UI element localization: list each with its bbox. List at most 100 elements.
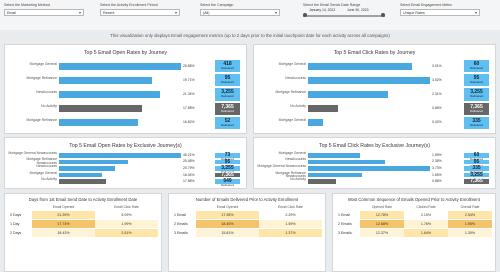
delivered-count-card[interactable]: 335Delivered xyxy=(464,166,489,174)
bar[interactable] xyxy=(59,91,160,98)
table-row[interactable]: 2 Emails 18.46% 1.59% xyxy=(172,220,322,228)
delivered-count-card[interactable]: 95Delivered xyxy=(464,159,489,167)
bar-label: No Activity xyxy=(290,104,306,109)
engagement-metric-select[interactable]: Unique Rates ▾ xyxy=(400,9,480,16)
bar[interactable] xyxy=(308,119,323,127)
bar[interactable] xyxy=(308,153,360,158)
filter-date-range: Select the Email Sends Date Range Januar… xyxy=(303,3,385,18)
delivered-count-card[interactable]: 3,255Delivered xyxy=(464,88,489,101)
table-row[interactable]: 2 Days 18.43% 2.51% xyxy=(8,229,158,237)
chevron-down-icon: ▾ xyxy=(274,10,277,15)
bar-value-label: 0.86% xyxy=(432,106,442,111)
delivered-count-card[interactable]: 7,365Delivered xyxy=(215,172,240,180)
bar[interactable] xyxy=(59,105,142,113)
delivered-count-card[interactable]: 73Delivered xyxy=(215,153,240,161)
bar[interactable] xyxy=(308,159,385,165)
table-row[interactable]: 3 Emails 15.81% 1.37% xyxy=(172,229,322,237)
bar[interactable] xyxy=(59,153,181,158)
table-row[interactable]: 3 Emails 12.37% 1.64% 1.39% xyxy=(336,229,492,237)
bar-value-label: 16.82% xyxy=(183,120,195,125)
table-cell: 17.98% xyxy=(196,211,259,219)
bar[interactable] xyxy=(59,76,152,84)
table-cell: 1.76% xyxy=(404,220,448,228)
bar[interactable] xyxy=(308,172,362,178)
delivered-count-card[interactable]: 549 Delivered xyxy=(215,179,240,187)
enrollment-period-select[interactable]: Recent ▾ xyxy=(100,9,180,16)
table-cell: 12.78% xyxy=(360,211,404,219)
delivered-count-card[interactable]: 418 Delivered xyxy=(215,60,240,73)
date-range-slider[interactable]: January 14, 2022 June 30, 2023 xyxy=(303,7,385,18)
select-value: Unique Rates xyxy=(403,11,425,15)
table-cell: 2.54% xyxy=(448,211,492,219)
bar-value-label: 25.88% xyxy=(183,63,195,68)
delivered-count-card[interactable]: 335Delivered xyxy=(464,116,489,129)
campaign-select[interactable]: (All) ▾ xyxy=(200,9,280,16)
bar-label: No Activity xyxy=(290,177,306,182)
bar-value-label: 0.86% xyxy=(432,179,442,184)
table-cell: 15.81% xyxy=(196,229,259,237)
delivered-count-card[interactable]: 7,365Delivered xyxy=(215,102,240,115)
bar-label: Mortgage General Newaccounts xyxy=(257,164,306,168)
bar[interactable] xyxy=(308,62,413,70)
bar[interactable] xyxy=(59,119,139,127)
panel-open-rates-journey: Top 5 Email Open Rates by Journey Mortgag… xyxy=(4,44,247,134)
bar[interactable] xyxy=(59,179,107,184)
column-header: Email Opened xyxy=(216,205,239,209)
row-label: 2 Emails xyxy=(174,222,188,226)
panel-title: Top 5 Email Click Rates by Journey xyxy=(333,50,416,56)
table-title: Most Common Sequence of Emails Opened Pr… xyxy=(348,197,480,202)
table-row[interactable]: 2 Emails 12.68% 1.76% 1.95% xyxy=(336,220,492,228)
delivered-count-card[interactable]: 95Delivered xyxy=(464,74,489,87)
delivered-count-card[interactable]: 3,255Delivered xyxy=(464,172,489,180)
delivered-count-card[interactable]: 95Delivered xyxy=(215,159,240,167)
bar-label: Mortgage General xyxy=(278,150,306,155)
bar[interactable] xyxy=(59,172,103,178)
table-cell: 18.46% xyxy=(196,220,259,228)
delivered-count-card[interactable]: 7,365Delivered xyxy=(464,102,489,115)
delivered-caption: Delivered xyxy=(221,80,234,85)
bar-value-label: 21.34% xyxy=(183,92,195,96)
bar[interactable] xyxy=(308,105,338,113)
bar-label: Mortgage General xyxy=(278,118,306,123)
bar[interactable] xyxy=(308,179,337,184)
filter-campaign: Select the Campaign (All) ▾ xyxy=(200,3,280,16)
delivered-count-card[interactable]: 60Delivered xyxy=(464,153,489,161)
table-title: Days from 1st Email Send Date to Activit… xyxy=(28,197,138,202)
marketing-method-select[interactable]: Email ▾ xyxy=(4,9,84,16)
table-row[interactable]: 1 Email 17.98% 2.29% xyxy=(172,211,322,219)
bar[interactable] xyxy=(308,166,430,171)
filter-enrollment-period: Select the Activity Enrollment Period Re… xyxy=(100,3,180,16)
panel-title: Top 5 Email Open Rates by Exclusive Jour… xyxy=(69,143,182,149)
table-row[interactable]: 1 Email 12.78% 2.15% 2.54% xyxy=(336,211,492,219)
row-label: 1 Email xyxy=(174,213,186,217)
column-header: Overall Rate xyxy=(460,205,480,209)
delivered-count-card[interactable]: 95Delivered xyxy=(215,74,240,87)
table-cell: 1.37% xyxy=(259,229,322,237)
bar[interactable] xyxy=(59,62,181,70)
table-row[interactable]: 1 Day 17.74% 1.99% xyxy=(8,220,158,228)
table-row[interactable]: 0 Days 21.39% 5.09% xyxy=(8,211,158,219)
table-cell: 21.39% xyxy=(32,211,95,219)
bar-label: Mortgage General xyxy=(29,61,57,66)
bar-value-label: 3.52% xyxy=(432,77,442,82)
delivered-count-card[interactable]: 60Delivered xyxy=(464,60,489,73)
delivered-count-card[interactable]: 52 Delivered xyxy=(215,116,240,129)
bar-value-label: 17.58% xyxy=(183,179,195,184)
bar[interactable] xyxy=(59,166,116,171)
bar[interactable] xyxy=(308,91,389,98)
bar[interactable] xyxy=(59,159,128,165)
delivered-count-card[interactable]: 7,365Delivered xyxy=(464,179,489,187)
table-cell: 1.39% xyxy=(448,229,492,237)
select-value: Email xyxy=(7,11,16,15)
slider-handle-end[interactable] xyxy=(381,13,385,17)
delivered-count-card[interactable]: 3,255Delivered xyxy=(215,166,240,174)
slider-handle-start[interactable] xyxy=(303,13,307,17)
bar[interactable] xyxy=(308,76,430,84)
delivered-caption: Delivered xyxy=(221,122,234,127)
chevron-down-icon: ▾ xyxy=(474,10,477,15)
column-header: Email Opened xyxy=(52,205,75,209)
panel-title: Top 5 Email Open Rates by Journey xyxy=(83,50,168,56)
row-label: 3 Emails xyxy=(174,231,188,235)
delivered-count-card[interactable]: 3,255Delivered xyxy=(215,88,240,101)
row-label: 2 Emails xyxy=(338,222,352,226)
